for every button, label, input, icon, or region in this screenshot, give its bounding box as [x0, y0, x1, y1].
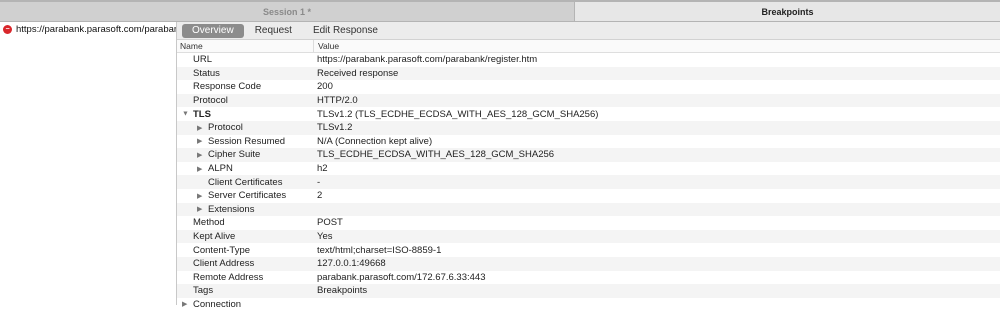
row-name: Response Code [193, 81, 262, 93]
table-row[interactable]: Client Address 127.0.0.1:49668 [177, 256, 1000, 271]
table-row[interactable]: Status Received response [177, 66, 1000, 81]
row-value: TLSv1.2 (TLS_ECDHE_ECDSA_WITH_AES_128_GC… [317, 108, 599, 120]
row-name-cell: ▼ TLS [177, 107, 314, 121]
row-name-cell: Client Address [177, 257, 314, 271]
breakpoint-icon: − [3, 25, 12, 34]
row-value: text/html;charset=ISO-8859-1 [317, 244, 442, 256]
row-name: Content-Type [193, 244, 251, 256]
row-name-cell: ▶ ALPN [177, 162, 314, 176]
row-value: h2 [317, 163, 328, 175]
row-name-cell: Tags [177, 284, 314, 298]
row-name: Server Certificates [208, 190, 287, 202]
row-value: 200 [317, 81, 333, 93]
row-name-cell: Kept Alive [177, 230, 314, 244]
row-value: TLS_ECDHE_ECDSA_WITH_AES_128_GCM_SHA256 [317, 149, 555, 161]
row-name-cell: ▶ Extensions [177, 203, 314, 217]
row-value: N/A (Connection kept alive) [317, 135, 433, 147]
disclosure-collapsed-icon[interactable]: ▶ [197, 137, 202, 145]
table-row[interactable]: ▼ TLS TLSv1.2 (TLS_ECDHE_ECDSA_WITH_AES_12… [177, 107, 1000, 121]
table-row[interactable]: ▶ Cipher Suite TLS_ECDHE_ECDSA_WITH_AES_12… [177, 148, 1000, 162]
row-name-cell: Protocol [177, 94, 314, 108]
row-name-cell: Client Certificates [177, 175, 314, 189]
row-name: Method [193, 217, 225, 229]
row-name: Cipher Suite [208, 149, 261, 161]
tab-breakpoints[interactable]: Breakpoints [575, 2, 1000, 21]
row-name: Session Resumed [208, 135, 286, 147]
row-value: Yes [317, 231, 333, 243]
row-name-cell: Response Code [177, 80, 314, 94]
row-name-cell: Content-Type [177, 243, 314, 257]
row-value: POST [317, 217, 343, 229]
row-name-cell: Method [177, 216, 314, 230]
table-row[interactable]: Response Code 200 [177, 80, 1000, 94]
row-value: https://parabank.parasoft.com/parabank/r… [317, 54, 538, 66]
row-name: Status [193, 67, 220, 79]
disclosure-collapsed-icon[interactable]: ▶ [182, 300, 187, 308]
row-value: Breakpoints [317, 285, 368, 297]
column-name-header[interactable]: Name [177, 40, 314, 52]
row-value: 2 [317, 190, 323, 202]
row-value: parabank.parasoft.com/172.67.6.33:443 [317, 271, 486, 283]
row-name: Remote Address [193, 271, 264, 283]
table-row[interactable]: ▶ Connection [177, 298, 1000, 311]
row-name: URL [193, 54, 213, 66]
row-name-cell: ▶ Cipher Suite [177, 148, 314, 162]
disclosure-collapsed-icon[interactable]: ▶ [197, 151, 202, 159]
tab-overview[interactable]: Overview [182, 23, 244, 38]
row-name: ALPN [208, 163, 233, 175]
table-row[interactable]: ▶ Protocol TLSv1.2 [177, 120, 1000, 135]
row-name: Extensions [208, 203, 255, 215]
overview-table: URL https://parabank.parasoft.com/paraban… [177, 53, 1000, 311]
row-name: Client Certificates [208, 176, 283, 188]
table-row[interactable]: Kept Alive Yes [177, 229, 1000, 244]
row-name: Connection [193, 298, 242, 310]
detail-panel: Overview Request Edit Response Name Valu… [177, 22, 1000, 310]
table-row[interactable]: ▶ Extensions [177, 202, 1000, 217]
table-row[interactable]: Protocol HTTP/2.0 [177, 93, 1000, 108]
row-name-cell: Status [177, 67, 314, 81]
row-value: TLSv1.2 [317, 122, 353, 134]
window-tab-bar: Session 1 * Breakpoints [0, 0, 1000, 22]
tab-session-1[interactable]: Session 1 * [0, 2, 575, 21]
disclosure-collapsed-icon[interactable]: ▶ [197, 192, 202, 200]
request-url: https://parabank.parasoft.com/parabank [16, 24, 177, 35]
table-row[interactable]: Client Certificates - [177, 175, 1000, 189]
table-row[interactable]: ▶ Session Resumed N/A (Connection kept ali… [177, 135, 1000, 149]
row-name-cell: ▶ Session Resumed [177, 135, 314, 149]
row-name: Tags [193, 285, 214, 297]
table-row[interactable]: ▶ Server Certificates 2 [177, 189, 1000, 203]
table-row[interactable]: Remote Address parabank.parasoft.com/172.… [177, 271, 1000, 285]
disclosure-collapsed-icon[interactable]: ▶ [197, 205, 202, 213]
row-name-cell: Remote Address [177, 271, 314, 285]
disclosure-collapsed-icon[interactable]: ▶ [197, 165, 202, 173]
row-name: Protocol [208, 122, 243, 134]
request-list: − https://parabank.parasoft.com/parabank [0, 22, 177, 305]
row-name: TLS [193, 108, 211, 120]
table-row[interactable]: Tags Breakpoints [177, 284, 1000, 298]
row-name-cell: URL [177, 53, 314, 67]
table-row[interactable]: ▶ ALPN h2 [177, 162, 1000, 176]
table-row[interactable]: Method POST [177, 216, 1000, 230]
table-row[interactable]: URL https://parabank.parasoft.com/paraban… [177, 53, 1000, 67]
column-header: Name Value [177, 40, 1000, 53]
disclosure-collapsed-icon[interactable]: ▶ [197, 124, 202, 132]
row-name-cell: ▶ Protocol [177, 121, 314, 135]
row-value: 127.0.0.1:49668 [317, 258, 386, 270]
tab-request[interactable]: Request [245, 24, 302, 38]
detail-tab-bar: Overview Request Edit Response [177, 22, 1000, 40]
row-name-cell: ▶ Connection [177, 298, 314, 311]
row-name-cell: ▶ Server Certificates [177, 189, 314, 203]
tab-edit-response[interactable]: Edit Response [303, 24, 388, 38]
row-name: Client Address [193, 258, 255, 270]
table-row[interactable]: Content-Type text/html;charset=ISO-8859-1 [177, 243, 1000, 257]
column-value-header[interactable]: Value [314, 41, 339, 51]
request-row[interactable]: − https://parabank.parasoft.com/parabank [0, 22, 176, 37]
row-value: - [317, 176, 321, 188]
row-value: Received response [317, 67, 399, 79]
row-name: Protocol [193, 95, 228, 107]
row-value: HTTP/2.0 [317, 95, 358, 107]
row-name: Kept Alive [193, 231, 236, 243]
disclosure-expanded-icon[interactable]: ▼ [182, 111, 189, 118]
